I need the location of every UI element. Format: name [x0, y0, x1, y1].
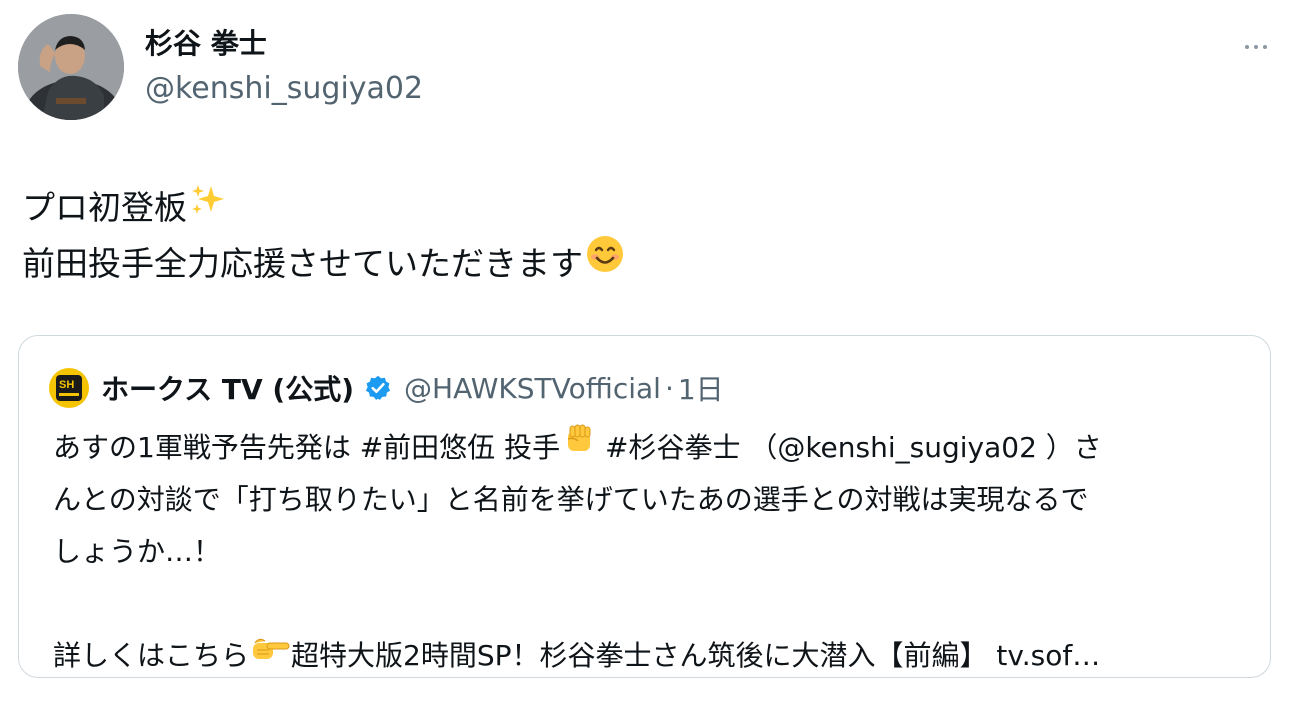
- quoted-line-5: 詳しくはこちら 超特大版2時間SP！杉谷拳士さん筑後に大潜入【前編】 tv.sof…: [53, 630, 1243, 682]
- quoted-line-3: しょうか…！: [53, 535, 222, 568]
- author-avatar[interactable]: [18, 14, 124, 120]
- pointing-right-emoji: [251, 628, 291, 680]
- quoted-line-2: んとの対談で「打ち取りたい」と名前を挙げていたあの選手との対戦は実現なるで: [53, 483, 1089, 516]
- tweet-text: プロ初登板 前田投手全力応援させていただきます: [22, 180, 625, 292]
- more-horizontal-icon: [1245, 45, 1249, 49]
- author-handle[interactable]: @kenshi_sugiya02: [145, 70, 423, 108]
- more-dot: [1254, 45, 1258, 49]
- tweet-line-2-text: 前田投手全力応援させていただきます: [22, 244, 583, 283]
- avatar-photo: [18, 14, 124, 120]
- logo-mark: SH: [59, 379, 75, 391]
- quoted-line-1-text-b: #杉谷拳士 （@kenshi_sugiya02 ）さ: [596, 431, 1102, 464]
- sparkles-emoji: [189, 179, 225, 235]
- quoted-blank-line: [53, 578, 1243, 630]
- quoted-header: ホークス TV (公式) @HAWKSTVofficial · 1日: [101, 368, 724, 408]
- logo-bar: [59, 393, 79, 396]
- quoted-separator: ·: [664, 371, 674, 405]
- raised-fist-emoji: [562, 420, 596, 472]
- quoted-line-5-text-b: 超特大版2時間SP！杉谷拳士さん筑後に大潜入【前編】 tv.sof…: [291, 639, 1101, 672]
- quoted-author-avatar[interactable]: SH: [49, 368, 89, 408]
- quoted-text: あすの1軍戦予告先発は #前田悠伍 投手 #杉谷拳士 （@kenshi_sugi…: [53, 422, 1243, 682]
- verified-badge-icon: [364, 374, 392, 402]
- quoted-handle[interactable]: @HAWKSTVofficial: [404, 372, 661, 405]
- author-display-name[interactable]: 杉谷 拳士: [145, 26, 267, 62]
- tweet-card: 杉谷 拳士 @kenshi_sugiya02 プロ初登板 前田投手全力応援させて…: [0, 0, 1291, 712]
- quoted-tweet[interactable]: SH ホークス TV (公式) @HAWKSTVofficial · 1日 あす…: [18, 335, 1271, 678]
- quoted-line-5-text-a: 詳しくはこちら: [53, 639, 250, 672]
- quoted-display-name[interactable]: ホークス TV (公式): [101, 368, 354, 408]
- tweet-line-1: プロ初登板: [22, 180, 625, 236]
- quoted-line-1: あすの1軍戦予告先発は #前田悠伍 投手 #杉谷拳士 （@kenshi_sugi…: [53, 422, 1243, 474]
- quoted-timestamp[interactable]: 1日: [678, 368, 724, 408]
- quoted-line-1-text-a: あすの1軍戦予告先発は #前田悠伍 投手: [53, 431, 561, 464]
- tweet-line-2: 前田投手全力応援させていただきます: [22, 236, 625, 292]
- more-options-button[interactable]: [1236, 32, 1276, 62]
- smiling-face-emoji: [585, 234, 625, 291]
- hawks-tv-logo: SH: [56, 375, 82, 401]
- tweet-line-1-text: プロ初登板: [22, 188, 187, 227]
- more-dot: [1263, 45, 1267, 49]
